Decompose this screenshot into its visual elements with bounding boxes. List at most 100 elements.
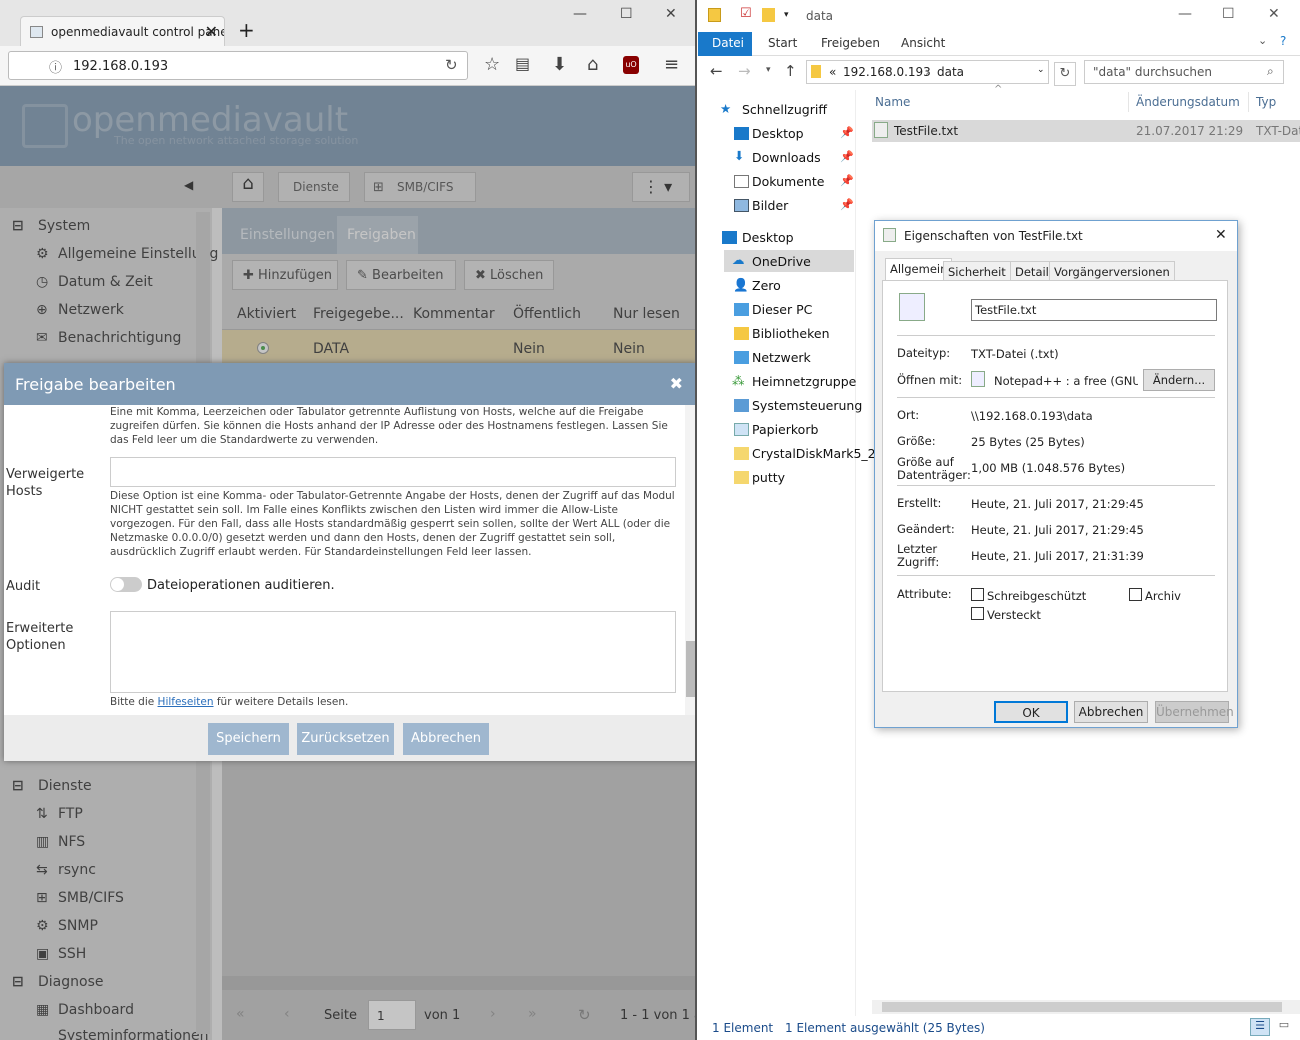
extra-options-textarea[interactable]: [110, 611, 676, 693]
help-link[interactable]: Hilfeseiten: [158, 696, 214, 708]
up-icon[interactable]: ↑: [784, 62, 797, 80]
address-dropdown-icon[interactable]: ⌄: [1037, 65, 1045, 75]
tab-sicherheit[interactable]: Sicherheit: [943, 261, 1011, 281]
tree-downloads[interactable]: ⬇ Downloads 📌: [728, 148, 854, 165]
sort-arrow-icon: ^: [994, 84, 1003, 95]
readonly-checkbox[interactable]: [971, 588, 984, 601]
change-button[interactable]: Ändern...: [1143, 369, 1215, 391]
close-icon[interactable]: ✖: [670, 374, 683, 393]
url-bar[interactable]: ⓘ 192.168.0.193 ↻: [8, 51, 468, 80]
ribbon-tab-ansicht[interactable]: Ansicht: [901, 36, 945, 50]
tree-libraries[interactable]: Bibliotheken: [728, 326, 830, 341]
tree-homegroup[interactable]: ⁂ Heimnetzgruppe: [728, 373, 856, 389]
browser-tab[interactable]: openmediavault control panel ✕: [20, 16, 225, 46]
close-tab-icon[interactable]: ✕: [205, 22, 218, 41]
deny-hosts-help: Diese Option ist eine Komma- oder Tabula…: [110, 490, 675, 558]
tab-versions[interactable]: Vorgängerversionen: [1049, 261, 1175, 281]
list-hscrollbar[interactable]: [872, 1000, 1300, 1014]
cancel-button[interactable]: Abbrechen: [403, 723, 489, 755]
openwith-label: Öffnen mit:: [897, 373, 963, 387]
deny-hosts-input[interactable]: [110, 457, 676, 487]
edit-share-dialog: Freigabe bearbeiten ✖ Eine mit Komma, Lee…: [4, 363, 695, 761]
reset-button[interactable]: Zurücksetzen: [297, 723, 394, 755]
col-divider: [1248, 92, 1249, 112]
hidden-checkbox[interactable]: [971, 607, 984, 620]
tree-thispc[interactable]: Dieser PC: [728, 302, 812, 317]
close-window-icon[interactable]: ✕: [665, 6, 677, 22]
maximize-icon[interactable]: ☐: [620, 6, 633, 22]
tree-desktop[interactable]: Desktop: [722, 230, 794, 245]
tree-desktop-pinned[interactable]: Desktop 📌: [728, 126, 854, 141]
cancel-button[interactable]: Abbrechen: [1074, 701, 1148, 723]
reload-icon[interactable]: ↻: [445, 56, 458, 74]
folder-icon: [708, 8, 721, 22]
help-icon[interactable]: ?: [1280, 34, 1286, 48]
control-panel-icon: [734, 399, 749, 412]
file-row[interactable]: TestFile.txt 21.07.2017 21:29 TXT-Dat: [872, 120, 1300, 142]
tree-recyclebin[interactable]: Papierkorb: [728, 422, 818, 437]
separator: [897, 335, 1215, 336]
ribbon-expand-icon[interactable]: ⌄: [1258, 34, 1267, 47]
ribbon-tab-start[interactable]: Start: [768, 36, 797, 50]
status-selected: 1 Element ausgewählt (25 Bytes): [785, 1021, 985, 1035]
col-name[interactable]: Name: [875, 95, 910, 109]
save-button[interactable]: Speichern: [208, 723, 289, 755]
apply-button[interactable]: Übernehmen: [1155, 701, 1234, 723]
forward-icon[interactable]: →: [738, 62, 751, 80]
tree-documents[interactable]: Dokumente 📌: [728, 174, 854, 189]
qat-dropdown-icon[interactable]: ▾: [784, 10, 789, 20]
tree-pictures[interactable]: Bilder 📌: [728, 198, 854, 213]
close-window-icon[interactable]: ✕: [1268, 6, 1280, 22]
minimize-icon[interactable]: —: [1178, 6, 1192, 22]
reader-icon[interactable]: ▤: [515, 54, 530, 73]
folder-icon: [734, 471, 749, 484]
ribbon-tab-freigeben[interactable]: Freigeben: [821, 36, 880, 50]
address-crumb-host[interactable]: 192.168.0.193: [843, 65, 931, 79]
search-input[interactable]: "data" durchsuchen ⌕: [1084, 60, 1284, 84]
properties-icon[interactable]: ☑: [740, 6, 752, 21]
tree-controlpanel[interactable]: Systemsteuerung: [728, 398, 862, 413]
refresh-icon[interactable]: ↻: [1054, 62, 1076, 86]
minimize-icon[interactable]: —: [573, 6, 587, 22]
tree-network[interactable]: Netzwerk: [728, 350, 811, 365]
tab-bar: openmediavault control panel ✕ + — ☐ ✕: [0, 0, 695, 46]
archive-checkbox[interactable]: [1129, 588, 1142, 601]
tree-user[interactable]: 👤 Zero: [728, 277, 781, 293]
filename-input[interactable]: TestFile.txt: [971, 299, 1217, 321]
tree-quickaccess[interactable]: ★ Schnellzugriff: [720, 101, 827, 117]
tab-title: openmediavault control panel: [51, 25, 225, 39]
tiles-view-icon[interactable]: ▭: [1274, 1018, 1294, 1036]
accessed-value: Heute, 21. Juli 2017, 21:31:39: [971, 549, 1144, 563]
extra-help-pre: Bitte die: [110, 696, 158, 708]
home-icon[interactable]: ⌂: [587, 54, 598, 75]
col-type[interactable]: Typ: [1256, 95, 1276, 109]
details-view-icon[interactable]: ☰: [1250, 1018, 1270, 1036]
new-folder-icon[interactable]: [762, 8, 775, 22]
address-overflow[interactable]: «: [829, 65, 836, 79]
maximize-icon[interactable]: ☐: [1222, 6, 1235, 22]
address-bar[interactable]: « 192.168.0.193 › data ⌄: [806, 60, 1049, 84]
address-folder-icon: [811, 65, 821, 78]
new-tab-icon[interactable]: +: [238, 18, 255, 42]
desktop-icon: [734, 127, 749, 140]
ublock-icon[interactable]: uO: [623, 56, 639, 74]
recent-dropdown-icon[interactable]: ▾: [766, 65, 771, 75]
back-icon[interactable]: ←: [710, 62, 723, 80]
tree-putty[interactable]: putty: [728, 470, 785, 485]
info-icon[interactable]: ⓘ: [49, 57, 62, 76]
extra-options-label: Erweiterte Optionen: [6, 621, 74, 653]
download-icon[interactable]: ⬇: [552, 54, 567, 75]
search-icon: ⌕: [1267, 64, 1274, 78]
download-arrow-icon: ⬇: [734, 148, 745, 163]
ok-button[interactable]: OK: [994, 701, 1068, 723]
close-icon[interactable]: ✕: [1215, 227, 1227, 243]
audit-toggle[interactable]: [110, 577, 142, 592]
ribbon-tab-datei[interactable]: Datei: [698, 32, 752, 56]
menu-icon[interactable]: ≡: [664, 54, 679, 75]
dialog-scrollbar[interactable]: [685, 405, 695, 715]
bookmark-star-icon[interactable]: ☆: [484, 54, 500, 75]
tree-onedrive[interactable]: ☁ OneDrive: [728, 252, 811, 269]
tree-crystaldiskmark[interactable]: CrystalDiskMark5_2_: [728, 446, 882, 461]
col-date[interactable]: Änderungsdatum: [1136, 95, 1240, 109]
address-crumb-data[interactable]: data: [937, 65, 964, 79]
